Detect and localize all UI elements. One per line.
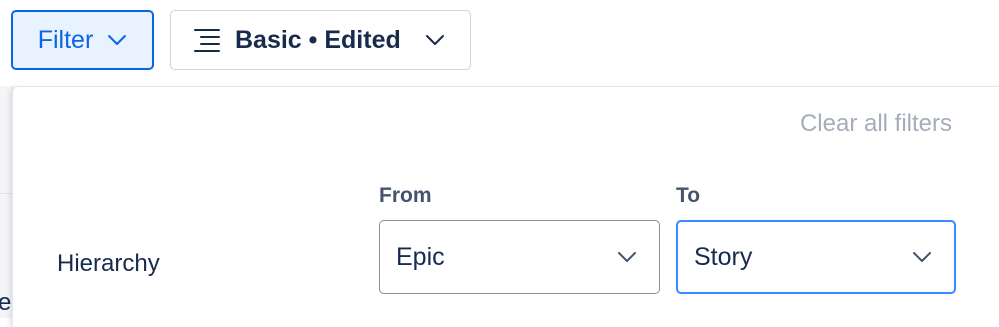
- chevron-down-icon: [912, 251, 932, 263]
- to-select-value: Story: [694, 242, 753, 271]
- clear-all-filters-link[interactable]: Clear all filters: [800, 110, 952, 138]
- to-select[interactable]: Story: [676, 220, 956, 294]
- chevron-down-icon: [617, 251, 637, 263]
- list-alignment-icon: [193, 27, 221, 53]
- hierarchy-row-label: Hierarchy: [57, 250, 160, 277]
- chevron-down-icon: [425, 34, 445, 46]
- filter-button[interactable]: Filter: [11, 10, 154, 70]
- filter-button-label: Filter: [37, 25, 94, 54]
- view-selector-label: Basic • Edited: [235, 25, 401, 54]
- page-partial-text: e: [0, 289, 12, 316]
- view-selector-button[interactable]: Basic • Edited: [170, 10, 471, 70]
- from-select-value: Epic: [396, 242, 445, 271]
- page-background-divider: [0, 193, 12, 194]
- from-field-label: From: [379, 184, 432, 207]
- chevron-down-icon: [107, 34, 127, 46]
- from-select[interactable]: Epic: [379, 220, 660, 294]
- to-field-label: To: [676, 184, 701, 207]
